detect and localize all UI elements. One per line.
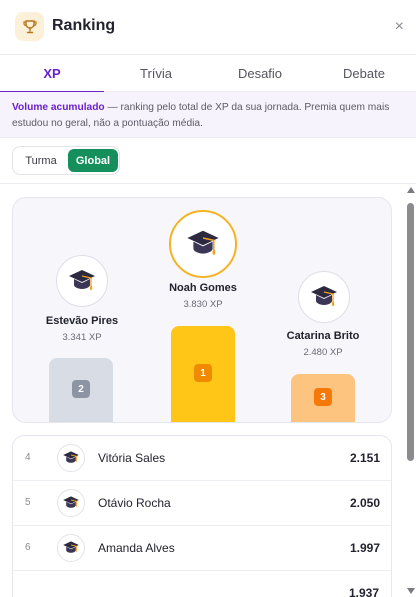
tab-xp[interactable]: XP [0, 55, 104, 93]
podium-xp-2: 3.341 XP [62, 332, 102, 343]
list-name: Otávio Rocha [98, 496, 171, 510]
graduation-cap-icon [69, 270, 95, 290]
list-item[interactable]: 6 Amanda Alves 1.997 [13, 526, 391, 571]
avatar [57, 534, 85, 562]
scope-toggle: Turma Global [12, 146, 120, 175]
podium-name-3: Catarina Brito [286, 330, 360, 342]
info-banner: Volume acumulado — ranking pelo total de… [0, 92, 416, 138]
rank-chip-3: 3 [314, 388, 332, 406]
podium-block-2: 2 [49, 358, 113, 422]
graduation-cap-icon [311, 286, 337, 306]
list-item[interactable]: 4 Vitória Sales 2.151 [13, 436, 391, 481]
list-name: Vitória Sales [98, 451, 166, 465]
rank-chip-1: 1 [194, 364, 212, 382]
list-position: 5 [25, 497, 31, 508]
podium-card: Estevão Pires 3.341 XP Noah Gomes 3.830 … [12, 197, 392, 423]
toggle-turma[interactable]: Turma [16, 149, 66, 172]
ranking-list: 4 Vitória Sales 2.151 5 Otávio Rocha 2.0… [12, 435, 392, 597]
podium-xp-3: 2.480 XP [303, 347, 343, 358]
trophy-icon [15, 12, 44, 41]
podium-name-1: Noah Gomes [169, 282, 237, 294]
info-title: Volume acumulado [12, 102, 105, 113]
podium-xp-1: 3.830 XP [183, 299, 223, 310]
toggle-global[interactable]: Global [68, 149, 118, 172]
avatar [57, 444, 85, 472]
tab-bar: XP Trívia Desafio Debate [0, 54, 416, 93]
tab-desafio[interactable]: Desafio [208, 55, 312, 92]
tab-debate[interactable]: Debate [312, 55, 416, 92]
avatar [57, 489, 85, 517]
graduation-cap-icon [63, 541, 79, 553]
list-position: 6 [25, 542, 31, 553]
podium-name-2: Estevão Pires [45, 315, 119, 327]
list-position: 4 [25, 452, 31, 463]
tab-trivia[interactable]: Trívia [104, 55, 208, 92]
graduation-cap-icon [187, 230, 219, 255]
list-score: 2.050 [349, 496, 380, 510]
list-item[interactable]: 5 Otávio Rocha 2.050 [13, 481, 391, 526]
scroll-up-icon[interactable] [407, 187, 415, 193]
scroll-down-icon[interactable] [407, 588, 415, 594]
rank-chip-2: 2 [72, 380, 90, 398]
avatar-rank-2[interactable] [56, 255, 108, 307]
podium-block-1: 1 [171, 326, 235, 422]
close-icon[interactable]: × [395, 17, 404, 37]
list-name: Amanda Alves [98, 541, 175, 555]
avatar-rank-3[interactable] [298, 271, 350, 323]
modal-title: Ranking [52, 17, 116, 34]
podium-block-3: 3 [291, 374, 355, 422]
graduation-cap-icon [63, 496, 79, 508]
scrollbar[interactable] [405, 184, 416, 597]
divider [0, 183, 416, 184]
list-score-partial: 1.937 [348, 586, 379, 597]
graduation-cap-icon [63, 451, 79, 463]
scrollbar-thumb[interactable] [407, 203, 414, 461]
list-score: 2.151 [349, 451, 380, 465]
avatar-rank-1[interactable] [169, 210, 237, 278]
list-score: 1.997 [349, 541, 380, 555]
modal-header: Ranking × [0, 0, 416, 54]
